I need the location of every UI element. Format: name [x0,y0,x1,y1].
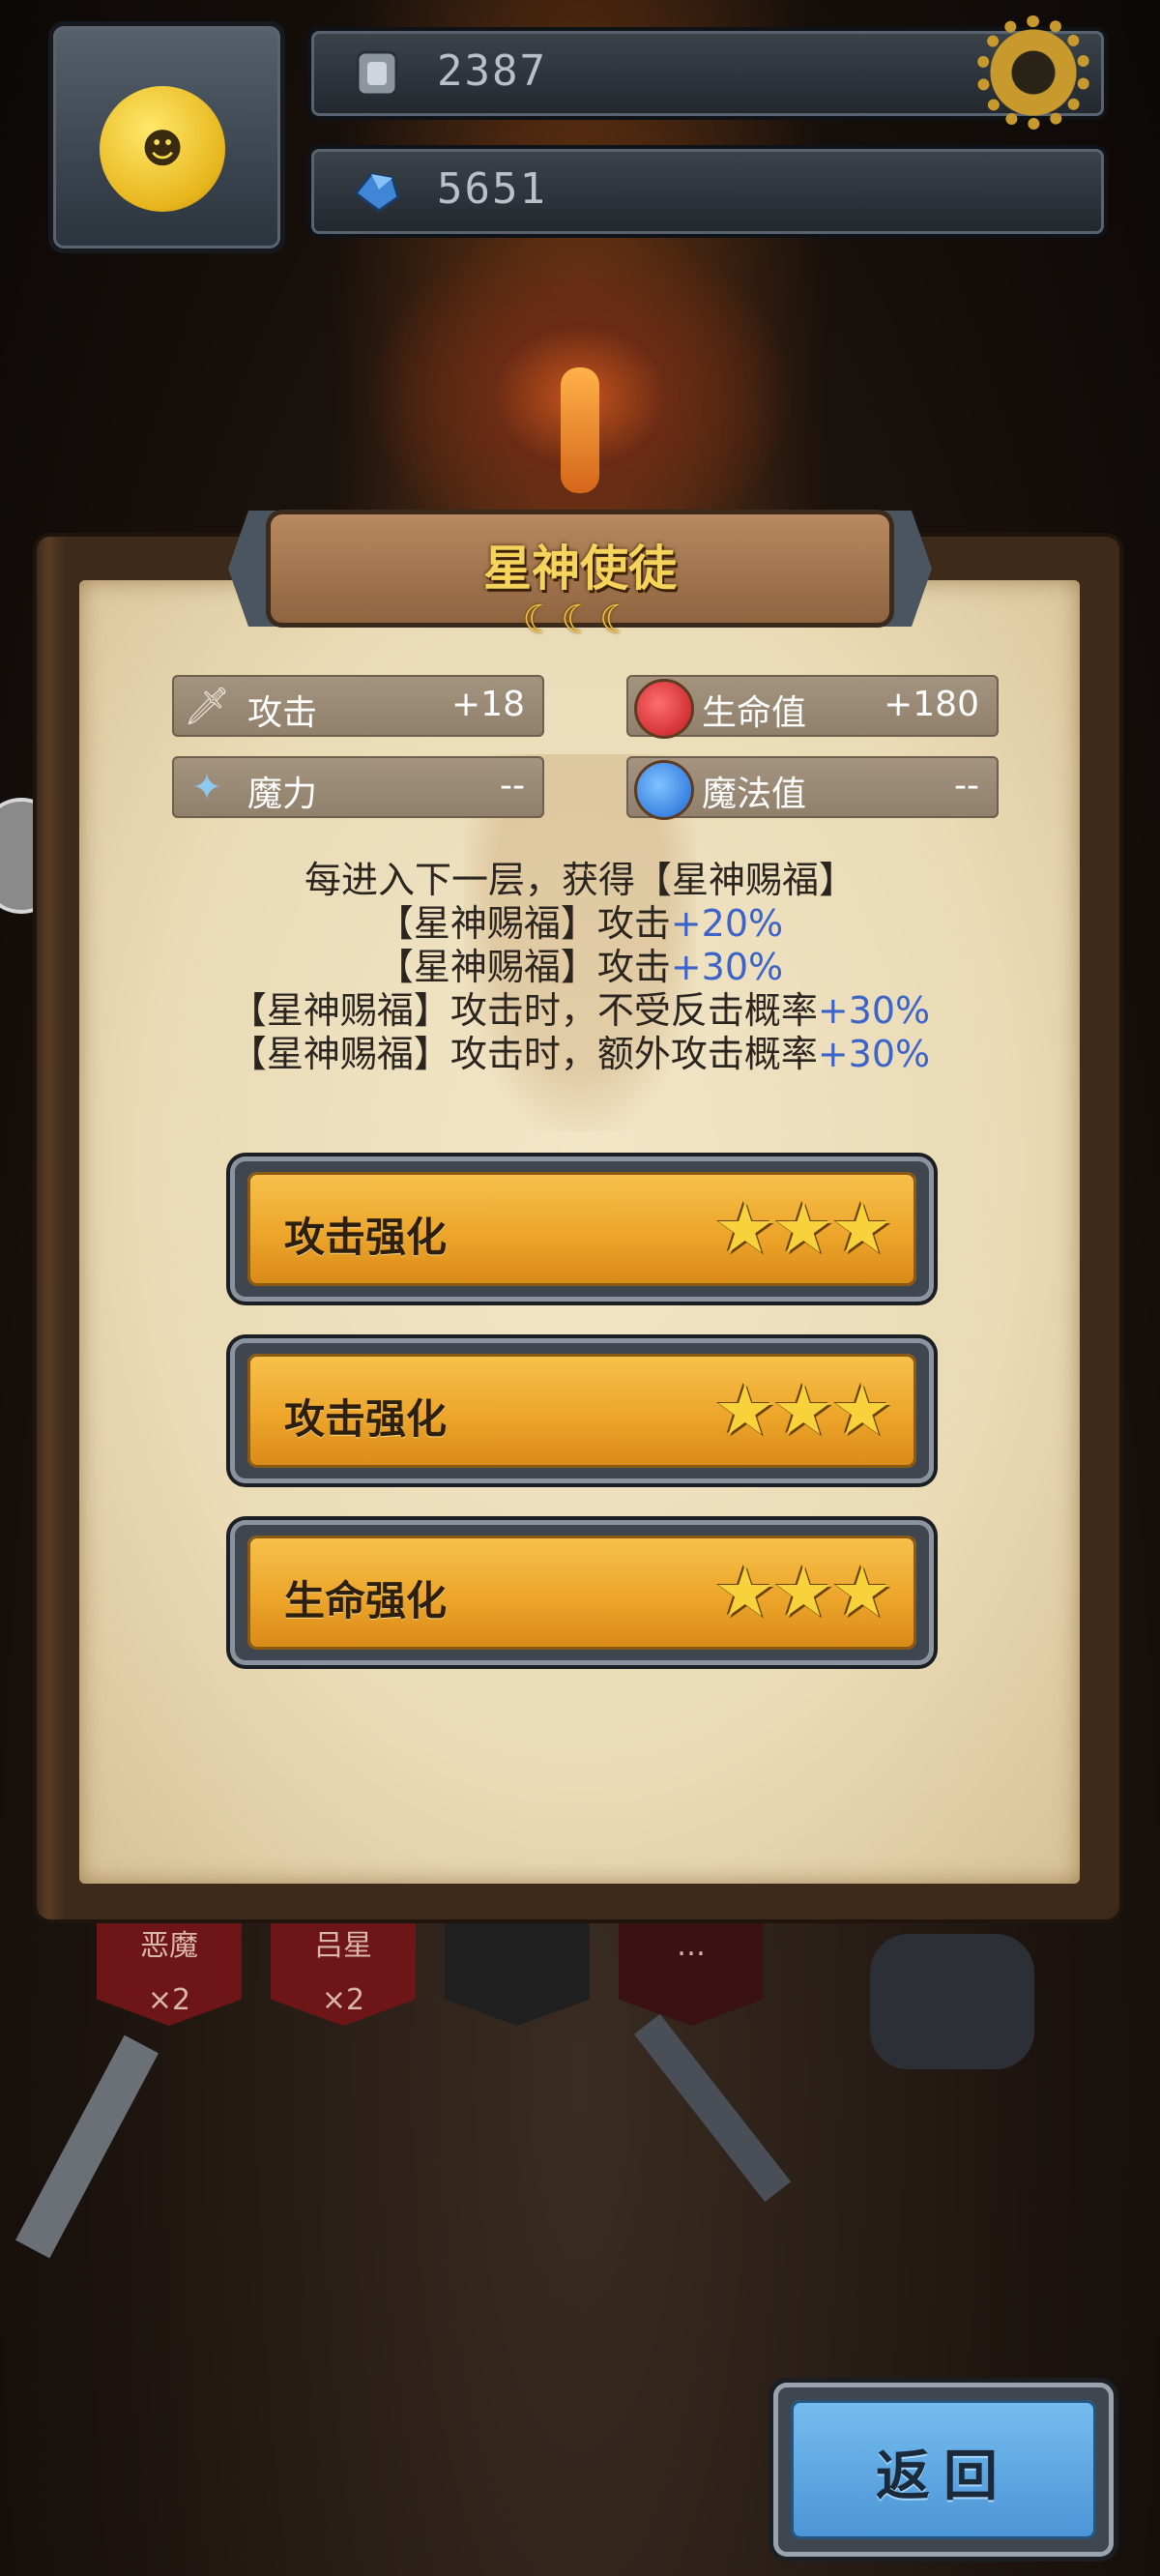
helmet-decoration [870,1934,1034,2069]
back-button[interactable]: 返回 [773,2383,1114,2557]
description-line: 【星神赐福】攻击时，额外攻击概率+30% [97,1033,1063,1076]
back-button-label: 返回 [876,2445,1011,2508]
stat-hp: 生命值 +180 [626,675,999,739]
molten-metal [561,367,599,493]
avatar-face-icon: ☻ [100,86,225,212]
description-line: 【星神赐福】攻击时，不受反击概率+30% [97,989,1063,1033]
gold-coin-icon [356,50,398,97]
upgrade-label: 攻击强化 [284,1214,448,1261]
upgrade-button-attack-2[interactable]: 攻击强化 ★★★ [230,1338,934,1483]
blue-potion-icon [634,760,694,820]
upgrade-button-life[interactable]: 生命强化 ★★★ [230,1520,934,1665]
stat-magic: ✦ 魔力 -- [172,756,544,818]
description-highlight: +20% [670,902,784,945]
description-highlight: +30% [817,989,931,1032]
description-text: 【星神赐福】攻击 [376,902,671,945]
upgrade-button-face: 攻击强化 ★★★ [247,1354,916,1468]
stat-value: -- [954,766,979,805]
back-button-face: 返回 [791,2400,1096,2539]
stat-value: +180 [884,685,979,724]
star-rating-icon: ★★★ [713,1369,893,1450]
description-line: 【星神赐福】攻击+20% [97,902,1063,946]
stat-name: 魔力 [247,775,318,814]
gem-resource-bar: 5651 [307,145,1108,238]
description-text: 每进入下一层，获得【星神赐福】 [304,859,856,901]
sword-icon: 🗡 [183,685,231,727]
stat-mp: 魔法值 -- [626,756,999,820]
gold-value: 2387 [437,46,547,96]
gem-value: 5651 [437,164,547,214]
wand-icon: ✦ [191,766,222,808]
upgrade-button-attack-1[interactable]: 攻击强化 ★★★ [230,1156,934,1302]
stat-name: 攻击 [247,693,318,733]
description-text: 【星神赐福】攻击时，不受反击概率 [229,989,818,1032]
banner-line: … [677,1929,706,1963]
stat-value: +18 [451,685,525,724]
red-potion-icon [634,679,694,739]
stat-name: 生命值 [702,693,807,733]
upgrade-label: 攻击强化 [284,1395,448,1443]
rank-moons: ☾☾☾ [522,598,638,642]
stat-name: 魔法值 [702,775,807,814]
upgrade-button-face: 生命强化 ★★★ [247,1536,916,1650]
stat-attack: 🗡 攻击 +18 [172,675,544,737]
blue-gem-icon [353,172,400,213]
description-line: 【星神赐福】攻击+30% [97,946,1063,989]
player-avatar[interactable]: ☻ [48,21,285,253]
description-text: 【星神赐福】攻击时，额外攻击概率 [229,1033,818,1075]
panel-title: 星神使徒 [483,541,677,597]
upgrade-button-face: 攻击强化 ★★★ [247,1172,916,1286]
upgrade-label: 生命强化 [284,1577,448,1625]
description-line: 每进入下一层，获得【星神赐福】 [97,859,1063,902]
banner-line: 吕星 [314,1929,372,1963]
star-rating-icon: ★★★ [713,1187,893,1269]
star-rating-icon: ★★★ [713,1551,893,1632]
settings-gear-icon[interactable] [976,15,1090,130]
description-highlight: +30% [817,1033,931,1075]
description-text: 【星神赐福】攻击 [376,946,671,988]
description-highlight: +30% [670,946,784,988]
banner-line: 恶魔 [140,1929,198,1963]
stat-value: -- [500,766,525,805]
